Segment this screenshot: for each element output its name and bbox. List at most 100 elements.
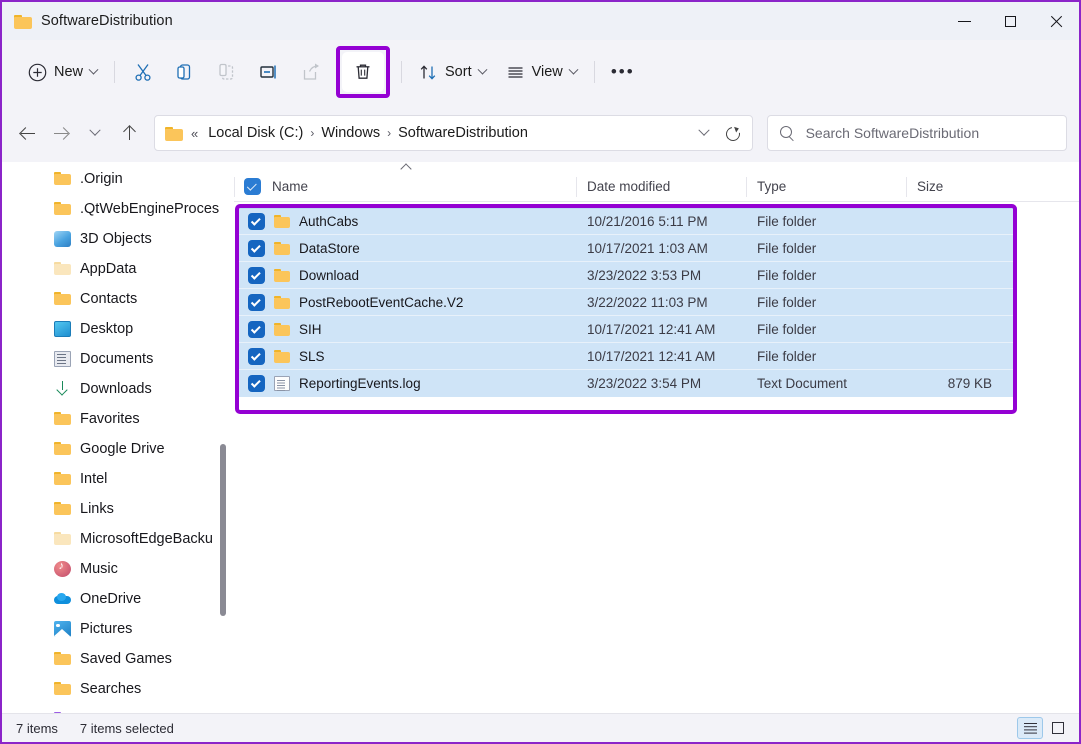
table-row[interactable]: PostRebootEventCache.V23/22/2022 11:03 P… [239,289,1013,316]
view-button-label: View [532,64,563,80]
command-bar: New [2,40,1079,104]
large-icons-view-icon [1052,722,1064,734]
sidebar-item-music[interactable]: Music [2,554,234,584]
delete-button[interactable] [342,52,384,92]
sidebar-item-appdata[interactable]: AppData [2,254,234,284]
sidebar-item-label: Documents [80,351,153,367]
sort-button-label: Sort [445,64,472,80]
table-row[interactable]: SIH10/17/2021 12:41 AMFile folder [239,316,1013,343]
rename-icon [258,62,280,82]
search-box[interactable] [767,115,1067,151]
sidebar-item-pictures[interactable]: Pictures [2,614,234,644]
folder-icon [274,349,290,364]
title-bar-left: SoftwareDistribution [2,13,173,29]
sidebar-scrollbar[interactable] [224,162,230,713]
cell-size: 879 KB [907,376,1002,391]
sort-arrows-icon [419,63,438,82]
breadcrumb[interactable]: « Local Disk (C:) › Windows › SoftwareDi… [154,115,753,151]
up-button[interactable] [112,116,146,150]
checkmark-icon [251,242,261,252]
back-button[interactable] [10,116,44,150]
view-button[interactable]: View [496,52,587,92]
sidebar-item-onedrive[interactable]: OneDrive [2,584,234,614]
chevron-down-icon [477,64,487,74]
breadcrumb-item-1[interactable]: Windows [316,122,385,144]
cut-button[interactable] [122,52,164,92]
sidebar-item-saved-games[interactable]: Saved Games [2,644,234,674]
column-header-type[interactable]: Type [746,177,906,197]
sidebar-item-label: Saved Games [80,651,172,667]
sidebar-item-qtwebengineproces[interactable]: .QtWebEngineProces [2,194,234,224]
search-icon [780,126,794,141]
maximize-button[interactable] [987,2,1033,40]
sidebar-item-contacts[interactable]: Contacts [2,284,234,314]
sidebar-item-google-drive[interactable]: Google Drive [2,434,234,464]
table-row[interactable]: ReportingEvents.log3/23/2022 3:54 PMText… [239,370,1013,397]
cell-type: File folder [747,349,907,364]
folder-icon [54,681,71,697]
folder-icon [14,14,32,29]
column-header-date[interactable]: Date modified [576,177,746,197]
table-row[interactable]: DataStore10/17/2021 1:03 AMFile folder [239,235,1013,262]
sidebar-item-links[interactable]: Links [2,494,234,524]
sidebar-item-documents[interactable]: Documents [2,344,234,374]
table-row[interactable]: AuthCabs10/21/2016 5:11 PMFile folder [239,208,1013,235]
item-count-label: 7 items [16,721,58,736]
cube-icon [54,231,71,247]
breadcrumb-item-0[interactable]: Local Disk (C:) [203,122,308,144]
row-checkbox[interactable] [248,267,265,284]
sidebar-item-favorites[interactable]: Favorites [2,404,234,434]
navigation-pane[interactable]: .Origin.QtWebEngineProces3D ObjectsAppDa… [2,162,234,713]
sidebar-scrollbar-thumb[interactable] [220,444,226,616]
column-header-size[interactable]: Size [906,177,1001,197]
folder-icon [54,411,71,427]
rename-button[interactable] [248,52,290,92]
large-icons-view-button[interactable] [1045,717,1071,739]
sidebar-item-label: OneDrive [80,591,141,607]
address-dropdown-button[interactable] [690,119,718,147]
sidebar-item-origin[interactable]: .Origin [2,164,234,194]
row-checkbox[interactable] [248,348,265,365]
window-title: SoftwareDistribution [41,13,173,29]
cell-name: ReportingEvents.log [239,375,577,392]
share-button[interactable] [290,52,332,92]
recent-locations-button[interactable] [78,116,112,150]
search-input[interactable] [806,125,1054,141]
sort-button[interactable]: Sort [409,52,496,92]
row-checkbox[interactable] [248,294,265,311]
folder-hidden-icon [54,531,71,547]
row-checkbox[interactable] [248,213,265,230]
sidebar-item-downloads[interactable]: Downloads [2,374,234,404]
sidebar-item-desktop[interactable]: Desktop [2,314,234,344]
close-button[interactable] [1033,2,1079,40]
refresh-button[interactable] [718,119,746,147]
select-all-checkbox[interactable] [244,178,261,195]
row-checkbox[interactable] [248,375,265,392]
cell-date-modified: 10/21/2016 5:11 PM [577,214,747,229]
sidebar-item-searches[interactable]: Searches [2,674,234,704]
sidebar-item-3d-objects[interactable]: 3D Objects [2,224,234,254]
paste-button[interactable] [206,52,248,92]
table-row[interactable]: SLS10/17/2021 12:41 AMFile folder [239,343,1013,370]
forward-button[interactable] [44,116,78,150]
music-note-icon [54,561,71,577]
minimize-button[interactable] [941,2,987,40]
copy-button[interactable] [164,52,206,92]
more-options-button[interactable]: ••• [602,52,644,92]
folder-icon [54,471,71,487]
sidebar-item-partial[interactable] [2,704,234,713]
column-header-name[interactable]: Name [234,177,576,197]
row-checkbox[interactable] [248,321,265,338]
details-view-button[interactable] [1017,717,1043,739]
cell-type: File folder [747,295,907,310]
breadcrumb-item-2[interactable]: SoftwareDistribution [393,122,533,144]
sidebar-item-intel[interactable]: Intel [2,464,234,494]
breadcrumb-overflow[interactable]: « [191,126,197,141]
cell-name: SLS [239,348,577,365]
sidebar-item-microsoftedgebacku[interactable]: MicrosoftEdgeBacku [2,524,234,554]
table-row[interactable]: Download3/23/2022 3:53 PMFile folder [239,262,1013,289]
row-checkbox[interactable] [248,240,265,257]
paste-icon [217,62,237,82]
new-button[interactable]: New [18,52,107,92]
folder-icon [54,291,71,307]
